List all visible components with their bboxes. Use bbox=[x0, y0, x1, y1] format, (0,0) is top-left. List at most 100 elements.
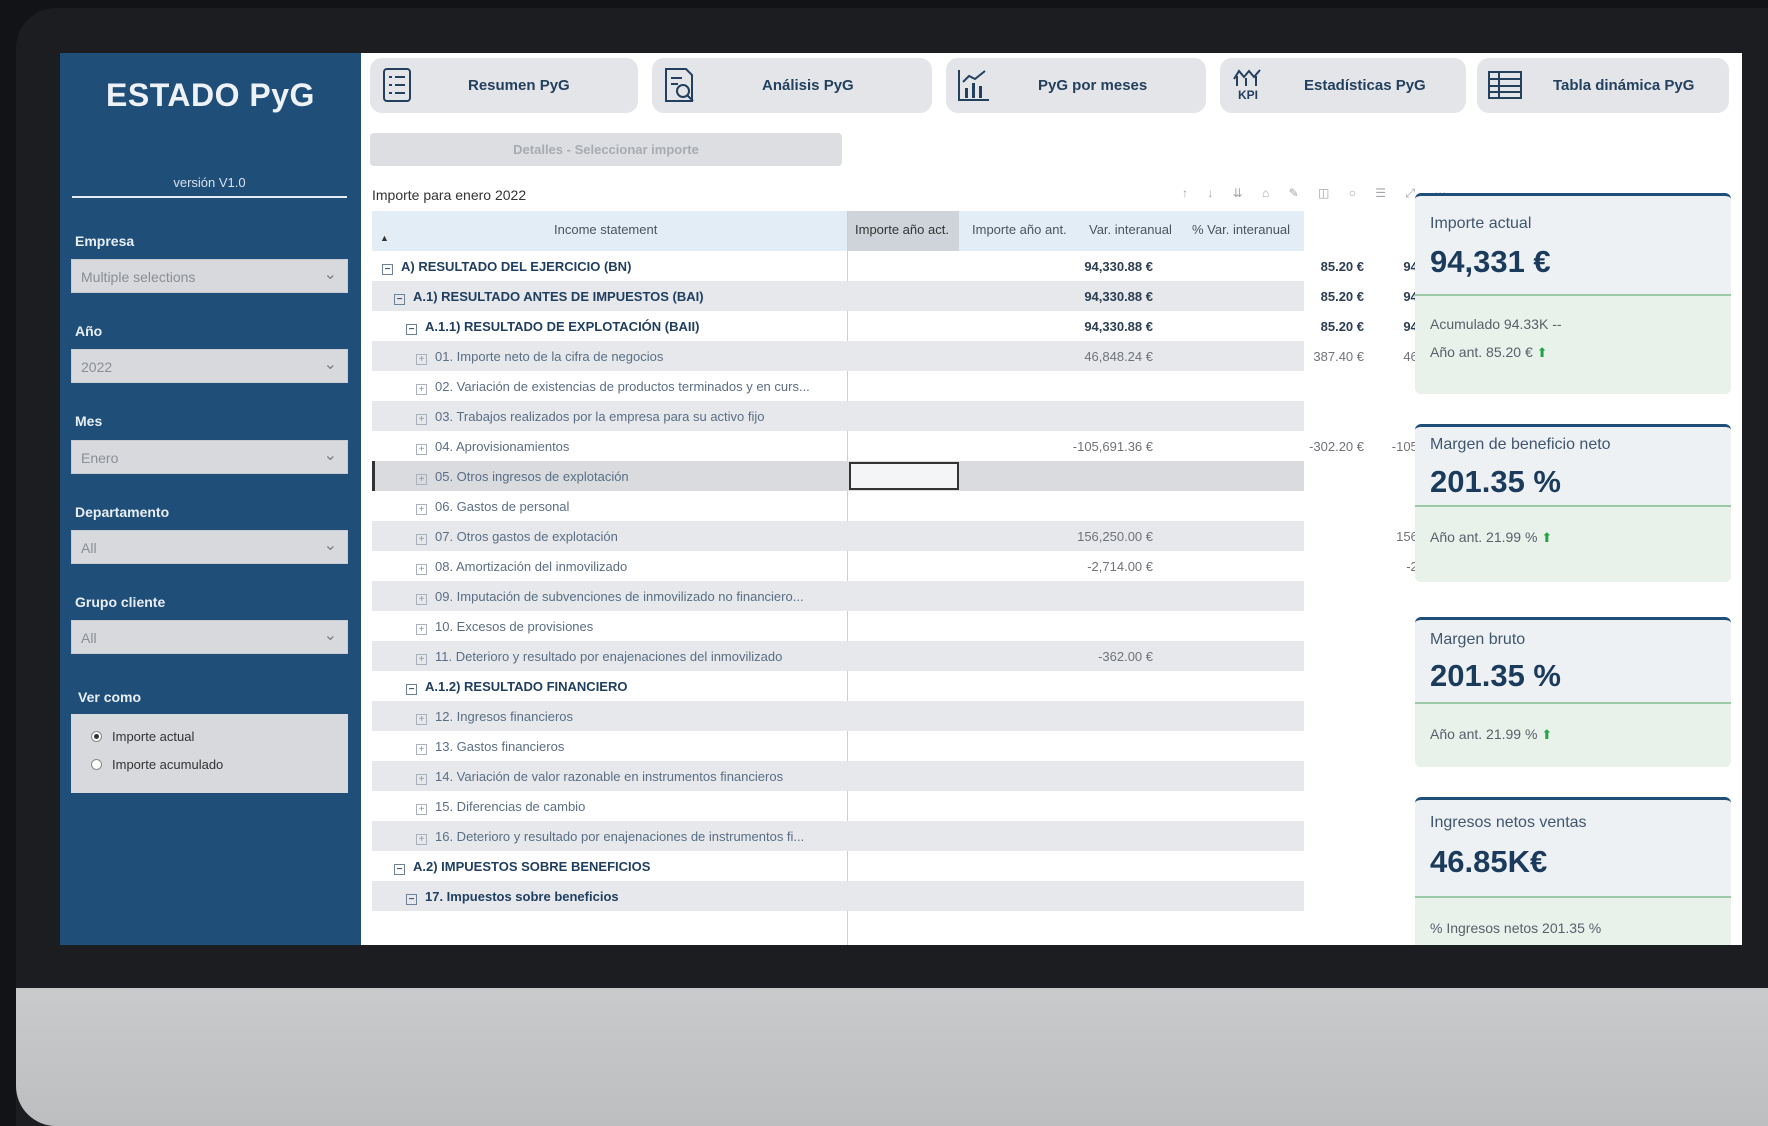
table-row[interactable]: +05. Otros ingresos de explotación bbox=[372, 461, 1304, 491]
table-row[interactable]: +11. Deterioro y resultado por enajenaci… bbox=[372, 641, 1472, 671]
radio-importe-acumulado[interactable]: Importe acumulado bbox=[91, 757, 223, 772]
collapse-icon[interactable]: − bbox=[406, 894, 417, 905]
cell-importe-anio-act[interactable]: 46,848.24 € bbox=[1033, 349, 1153, 364]
anio-dropdown[interactable]: 2022 ⌄ bbox=[71, 349, 348, 383]
table-row[interactable]: − A) RESULTADO DEL EJERCICIO (BN) 94,330.8… bbox=[372, 251, 1587, 281]
expand-icon[interactable]: + bbox=[416, 654, 427, 665]
table-title: Importe para enero 2022 bbox=[372, 187, 527, 203]
table-icon bbox=[1488, 71, 1522, 99]
nav-resumen-pyg[interactable]: Resumen PyG bbox=[370, 58, 638, 113]
row-label: +08. Amortización del inmovilizado bbox=[416, 559, 627, 575]
expand-icon[interactable]: + bbox=[416, 834, 427, 845]
expand-icon[interactable]: + bbox=[416, 804, 427, 815]
cell-importe-anio-act[interactable]: -362.00 € bbox=[1033, 649, 1153, 664]
bar-chart-icon bbox=[958, 70, 989, 101]
cell-importe-anio-act[interactable]: 156,250.00 € bbox=[1033, 529, 1153, 544]
table-row[interactable]: +01. Importe neto de la cifra de negocio… bbox=[372, 341, 1587, 371]
collapse-icon[interactable]: − bbox=[394, 864, 405, 875]
col-importe-anio-act[interactable]: Importe año act. bbox=[847, 211, 959, 251]
mes-dropdown[interactable]: Enero ⌄ bbox=[71, 440, 348, 474]
table-row[interactable]: − A.1.2) RESULTADO FINANCIERO bbox=[372, 671, 1304, 701]
expand-icon[interactable]: + bbox=[416, 384, 427, 395]
col-var-interanual[interactable]: Var. interanual bbox=[1089, 222, 1172, 237]
table-row[interactable]: +12. Ingresos financieros bbox=[372, 701, 1304, 731]
col-income-statement[interactable]: Income statement bbox=[554, 222, 657, 237]
empresa-value: Multiple selections bbox=[81, 269, 196, 285]
cell-importe-anio-act[interactable]: 94,330.88 € bbox=[1033, 289, 1153, 304]
table-row[interactable]: +07. Otros gastos de explotación 156,250.… bbox=[372, 521, 1472, 551]
table-row[interactable]: − A.2) IMPUESTOS SOBRE BENEFICIOS bbox=[372, 851, 1304, 881]
cell-importe-anio-ant[interactable]: -302.20 € bbox=[1264, 439, 1364, 454]
row-label: +13. Gastos financieros bbox=[416, 739, 564, 755]
grupo-cliente-dropdown[interactable]: All ⌄ bbox=[71, 620, 348, 654]
cell-importe-anio-act[interactable]: -105,691.36 € bbox=[1033, 439, 1153, 454]
collapse-icon[interactable]: − bbox=[406, 684, 417, 695]
row-label-text: 07. Otros gastos de explotación bbox=[435, 529, 618, 544]
table-row[interactable]: +10. Excesos de provisiones bbox=[372, 611, 1304, 641]
table-row[interactable]: +14. Variación de valor razonable en ins… bbox=[372, 761, 1304, 791]
cell-importe-anio-ant[interactable]: 387.40 € bbox=[1264, 349, 1364, 364]
table-row[interactable]: +04. Aprovisionamientos -105,691.36 € -302… bbox=[372, 431, 1587, 461]
expand-icon[interactable]: + bbox=[416, 564, 427, 575]
collapse-icon[interactable]: − bbox=[382, 264, 393, 275]
sort-up-icon[interactable]: ▲ bbox=[380, 233, 389, 243]
empresa-dropdown[interactable]: Multiple selections ⌄ bbox=[71, 259, 348, 293]
expand-icon[interactable]: + bbox=[416, 474, 427, 485]
expand-icon[interactable]: + bbox=[416, 534, 427, 545]
expand-icon[interactable]: + bbox=[416, 624, 427, 635]
detalles-button[interactable]: Detalles - Seleccionar importe bbox=[370, 133, 842, 166]
table-row[interactable]: +03. Trabajos realizados por la empresa … bbox=[372, 401, 1304, 431]
nav-pyg-por-meses[interactable]: PyG por meses bbox=[946, 58, 1206, 113]
col-pct-var-interanual[interactable]: % Var. interanual bbox=[1192, 222, 1290, 237]
expand-icon[interactable]: + bbox=[416, 774, 427, 785]
table-header: ▲ Income statement Importe año act. Impo… bbox=[372, 211, 1304, 251]
nav-tabla-dinamica-pyg[interactable]: Tabla dinámica PyG bbox=[1477, 58, 1729, 113]
row-label-text: 16. Deterioro y resultado por enajenacio… bbox=[435, 829, 805, 844]
expand-icon[interactable]: + bbox=[416, 504, 427, 515]
table-row[interactable]: +02. Variación de existencias de product… bbox=[372, 371, 1304, 401]
table-row[interactable]: +13. Gastos financieros bbox=[372, 731, 1304, 761]
filter-label-departamento: Departamento bbox=[75, 504, 170, 520]
radio-importe-actual[interactable]: Importe actual bbox=[91, 729, 194, 744]
nav-analisis-pyg[interactable]: Análisis PyG bbox=[652, 58, 932, 113]
visual-toolbar[interactable]: ↑ ↓ ⇊ ⌂ ✎ ◫ ○ ☰ ⤢ ⋯ bbox=[1182, 186, 1454, 201]
card-footer: Año ant. 21.99 % ⬆ bbox=[1415, 505, 1731, 582]
cell-importe-anio-ant[interactable]: 85.20 € bbox=[1264, 259, 1364, 274]
table-row[interactable]: − A.1.1) RESULTADO DE EXPLOTACIÓN (BAII) 9… bbox=[372, 311, 1587, 341]
card-sub-text: % Ingresos netos 201.35 % bbox=[1430, 920, 1602, 936]
row-label-text: 14. Variación de valor razonable en inst… bbox=[435, 769, 784, 784]
table-row[interactable]: −17. Impuestos sobre beneficios bbox=[372, 881, 1304, 911]
nav-estadisticas-pyg[interactable]: KPI Estadísticas PyG bbox=[1220, 58, 1466, 113]
col-importe-anio-ant[interactable]: Importe año ant. bbox=[972, 222, 1067, 237]
cell-importe-anio-act[interactable]: 94,330.88 € bbox=[1033, 319, 1153, 334]
card-sub-text-row: Año ant. 21.99 % ⬆ bbox=[1430, 726, 1552, 743]
arrow-up-icon: ⬆ bbox=[1536, 345, 1548, 360]
table-row[interactable]: +09. Imputación de subvenciones de inmov… bbox=[372, 581, 1304, 611]
document-search-icon bbox=[665, 68, 694, 102]
expand-icon[interactable]: + bbox=[416, 714, 427, 725]
expand-icon[interactable]: + bbox=[416, 414, 427, 425]
table-row[interactable]: +08. Amortización del inmovilizado -2,714… bbox=[372, 551, 1472, 581]
nav-label: Análisis PyG bbox=[762, 77, 854, 94]
card-sub-text-row: Año ant. 85.20 € ⬆ bbox=[1430, 344, 1548, 361]
cell-importe-anio-ant[interactable]: 85.20 € bbox=[1264, 319, 1364, 334]
cell-importe-anio-act[interactable]: 94,330.88 € bbox=[1033, 259, 1153, 274]
expand-icon[interactable]: + bbox=[416, 444, 427, 455]
collapse-icon[interactable]: − bbox=[394, 294, 405, 305]
selected-cell[interactable] bbox=[849, 462, 959, 490]
row-label-text: 02. Variación de existencias de producto… bbox=[435, 379, 810, 394]
expand-icon[interactable]: + bbox=[416, 354, 427, 365]
table-row[interactable]: +15. Diferencias de cambio bbox=[372, 791, 1304, 821]
card-title: Importe actual bbox=[1430, 215, 1532, 232]
row-label: +09. Imputación de subvenciones de inmov… bbox=[416, 589, 804, 605]
expand-icon[interactable]: + bbox=[416, 744, 427, 755]
table-row[interactable]: +16. Deterioro y resultado por enajenaci… bbox=[372, 821, 1304, 851]
table-row[interactable]: +06. Gastos de personal bbox=[372, 491, 1304, 521]
card-value: 46.85K€ bbox=[1430, 844, 1548, 879]
cell-importe-anio-act[interactable]: -2,714.00 € bbox=[1033, 559, 1153, 574]
expand-icon[interactable]: + bbox=[416, 594, 427, 605]
cell-importe-anio-ant[interactable]: 85.20 € bbox=[1264, 289, 1364, 304]
collapse-icon[interactable]: − bbox=[406, 324, 417, 335]
departamento-dropdown[interactable]: All ⌄ bbox=[71, 530, 348, 564]
table-row[interactable]: − A.1) RESULTADO ANTES DE IMPUESTOS (BAI)… bbox=[372, 281, 1587, 311]
